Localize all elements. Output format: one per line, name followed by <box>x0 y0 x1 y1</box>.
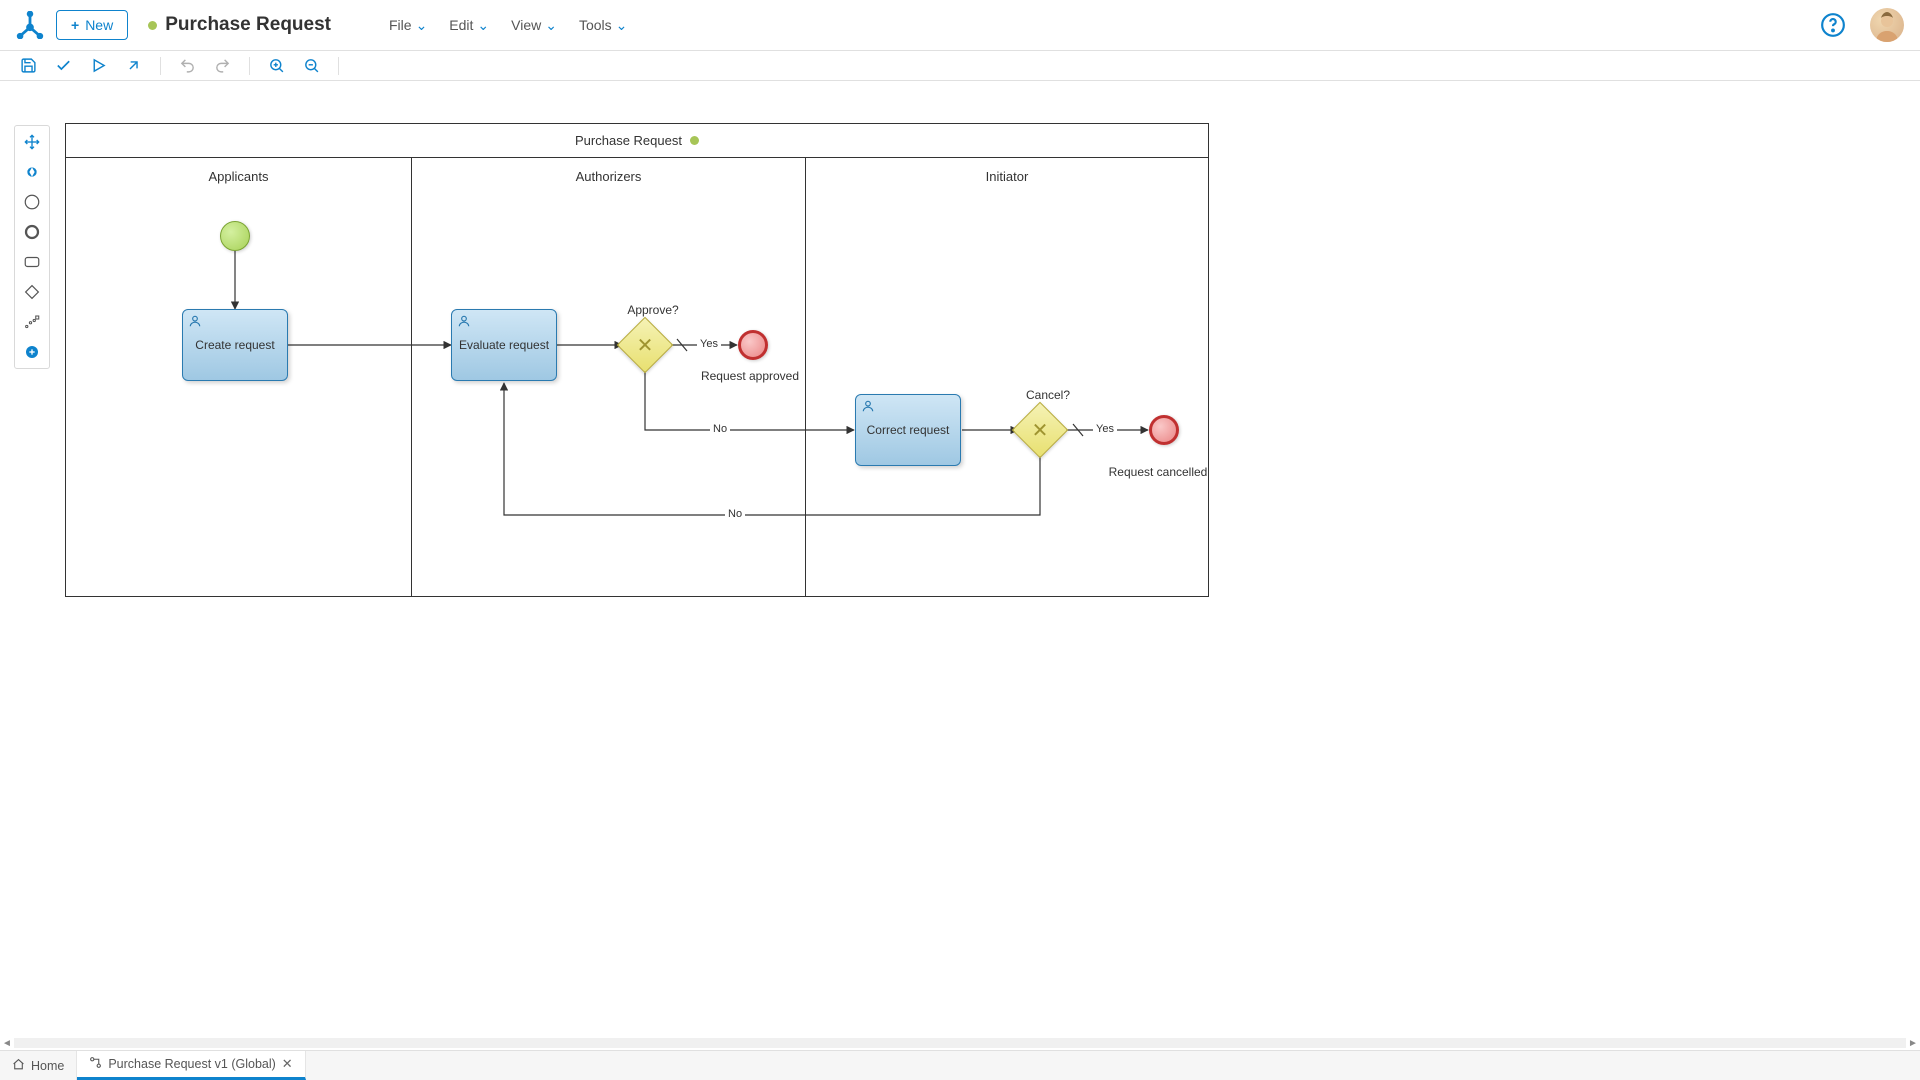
canvas-viewport[interactable]: Purchase Request Applicants Authorizers … <box>0 81 1920 1045</box>
help-icon[interactable] <box>1820 12 1846 38</box>
undo-icon[interactable] <box>179 57 196 74</box>
lane-header: Applicants <box>66 158 411 195</box>
pool-header[interactable]: Purchase Request <box>66 124 1208 158</box>
process-icon <box>89 1056 102 1072</box>
tab-label: Purchase Request v1 (Global) <box>108 1057 275 1071</box>
app-logo-icon <box>16 11 44 39</box>
user-icon <box>861 399 875 416</box>
lane-initiator[interactable]: Initiator <box>806 158 1208 597</box>
new-button[interactable]: + New <box>56 10 128 40</box>
menu-edit[interactable]: Edit⌄ <box>449 17 489 34</box>
x-icon: ✕ <box>626 326 664 364</box>
menu-view[interactable]: View⌄ <box>511 17 557 34</box>
new-button-label: New <box>85 17 113 33</box>
menu-label: View <box>511 17 541 33</box>
plus-icon: + <box>71 17 79 33</box>
separator <box>338 57 339 75</box>
status-dot-icon <box>690 136 699 145</box>
task-evaluate-request[interactable]: Evaluate request <box>451 309 557 381</box>
flow-no2-label: No <box>725 508 745 520</box>
validate-icon[interactable] <box>55 57 72 74</box>
page-title: Purchase Request <box>165 14 331 36</box>
task-correct-request[interactable]: Correct request <box>855 394 961 466</box>
flow-no-label: No <box>710 423 730 435</box>
menu-file[interactable]: File⌄ <box>389 17 427 34</box>
chevron-down-icon: ⌄ <box>616 17 628 34</box>
user-icon <box>457 314 471 331</box>
toolbar <box>0 51 1920 81</box>
flow-yes-label: Yes <box>697 338 721 350</box>
top-menus: File⌄ Edit⌄ View⌄ Tools⌄ <box>389 17 627 34</box>
export-icon[interactable] <box>125 57 142 74</box>
start-event[interactable] <box>220 221 250 251</box>
menu-label: File <box>389 17 412 33</box>
scroll-left-icon[interactable]: ◄ <box>0 1038 14 1049</box>
tab-purchase-request[interactable]: Purchase Request v1 (Global) ✕ <box>77 1051 305 1080</box>
status-dot-icon <box>148 21 157 30</box>
user-icon <box>188 314 202 331</box>
end-cancelled-label: Request cancelled <box>1108 465 1208 479</box>
tab-home[interactable]: Home <box>0 1051 77 1080</box>
close-icon[interactable]: ✕ <box>282 1056 293 1072</box>
task-label: Evaluate request <box>459 338 549 352</box>
gateway-approve-label: Approve? <box>623 303 683 317</box>
menu-bar: + New Purchase Request File⌄ Edit⌄ View⌄… <box>0 0 1920 51</box>
home-icon <box>12 1058 25 1074</box>
tab-label: Home <box>31 1059 64 1073</box>
redo-icon[interactable] <box>214 57 231 74</box>
separator <box>160 57 161 75</box>
run-icon[interactable] <box>90 57 107 74</box>
menu-tools[interactable]: Tools⌄ <box>579 17 627 34</box>
zoom-in-icon[interactable] <box>268 57 285 74</box>
zoom-out-icon[interactable] <box>303 57 320 74</box>
task-label: Create request <box>195 338 274 352</box>
save-icon[interactable] <box>20 57 37 74</box>
horizontal-scrollbar[interactable]: ◄ ► <box>0 1036 1920 1050</box>
gateway-cancel-label: Cancel? <box>1018 388 1078 402</box>
lane-header: Initiator <box>806 158 1208 195</box>
canvas[interactable]: Purchase Request Applicants Authorizers … <box>0 81 1440 781</box>
scroll-right-icon[interactable]: ► <box>1906 1038 1920 1049</box>
end-event-cancelled[interactable] <box>1149 415 1179 445</box>
end-event-approved[interactable] <box>738 330 768 360</box>
title-wrap: Purchase Request <box>148 14 331 36</box>
menu-label: Edit <box>449 17 473 33</box>
scroll-track[interactable] <box>14 1038 1906 1048</box>
task-create-request[interactable]: Create request <box>182 309 288 381</box>
lane-header: Authorizers <box>412 158 805 195</box>
flow-yes2-label: Yes <box>1093 423 1117 435</box>
chevron-down-icon: ⌄ <box>477 17 489 34</box>
bottom-tabs: Home Purchase Request v1 (Global) ✕ <box>0 1050 1920 1080</box>
separator <box>249 57 250 75</box>
user-avatar[interactable] <box>1870 8 1904 42</box>
chevron-down-icon: ⌄ <box>416 17 428 34</box>
pool-title: Purchase Request <box>575 133 682 148</box>
end-approved-label: Request approved <box>700 369 800 383</box>
x-icon: ✕ <box>1021 411 1059 449</box>
task-label: Correct request <box>867 423 950 437</box>
menu-label: Tools <box>579 17 612 33</box>
chevron-down-icon: ⌄ <box>545 17 557 34</box>
